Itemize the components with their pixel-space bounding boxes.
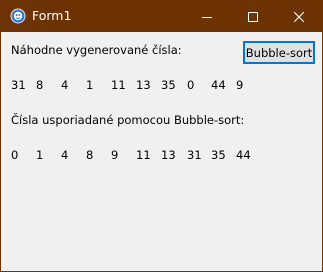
minimize-icon: [202, 16, 212, 18]
sorted-number: 11: [136, 148, 151, 162]
generated-number: 8: [36, 78, 44, 92]
title-bar[interactable]: Form1: [1, 1, 322, 32]
generated-number: 35: [161, 78, 176, 92]
sorted-number: 44: [236, 148, 251, 162]
sorted-numbers-label: Čísla usporiadané pomocou Bubble-sort:: [11, 113, 245, 127]
close-button[interactable]: [276, 1, 322, 32]
sorted-number: 8: [86, 148, 94, 162]
close-icon: [294, 11, 304, 22]
sorted-number: 4: [61, 148, 69, 162]
generated-number: 31: [11, 78, 26, 92]
generated-number: 4: [61, 78, 69, 92]
generated-number: 13: [136, 78, 151, 92]
window-title: Form1: [32, 8, 72, 23]
form-client-area: Náhodne vygenerované čísla: Bubble-sort …: [1, 32, 322, 271]
form1-window: Form1 Náhodne vygenerované čísla: Bubble…: [0, 0, 323, 272]
maximize-icon: [248, 11, 258, 22]
generated-number: 44: [211, 78, 226, 92]
generated-number: 9: [236, 78, 244, 92]
generated-numbers-label: Náhodne vygenerované čísla:: [11, 43, 182, 57]
bubble-sort-button[interactable]: Bubble-sort: [243, 41, 315, 64]
sorted-number: 35: [211, 148, 226, 162]
sorted-number: 31: [187, 148, 202, 162]
maximize-button[interactable]: [230, 1, 276, 32]
generated-number: 1: [86, 78, 94, 92]
sorted-number: 9: [111, 148, 119, 162]
sorted-number: 13: [161, 148, 176, 162]
generated-number: 11: [111, 78, 126, 92]
minimize-button[interactable]: [184, 1, 230, 32]
sorted-number: 0: [11, 148, 19, 162]
generated-number: 0: [187, 78, 195, 92]
app-form-icon: [10, 8, 26, 24]
sorted-number: 1: [36, 148, 44, 162]
